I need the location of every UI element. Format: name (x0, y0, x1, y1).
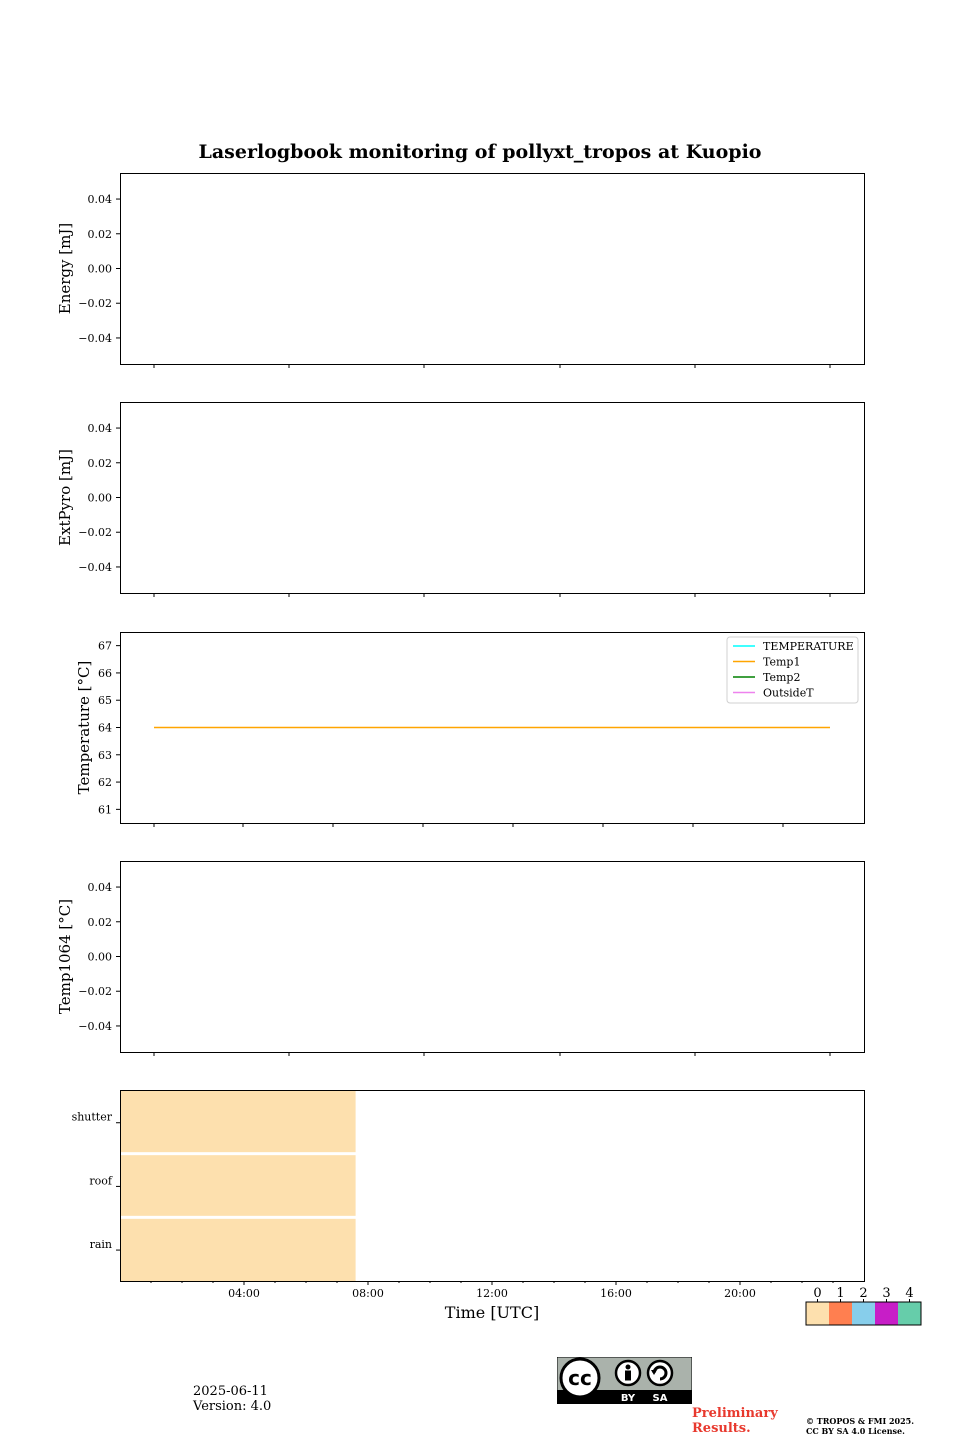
cc-by-sa-badge: cc BY SA (557, 1357, 692, 1404)
axes-frame (120, 173, 865, 365)
colorbar-swatch (898, 1302, 921, 1325)
preliminary-line-1: Preliminary (692, 1406, 778, 1421)
y-axis-label: Temp1064 [°C] (56, 899, 74, 1014)
colorbar-label: 3 (882, 1286, 890, 1301)
y-tick-label: 0.02 (88, 228, 113, 241)
y-tick-label: −0.02 (78, 297, 112, 310)
y-tick-label: 66 (98, 667, 112, 680)
colorbar-label: 2 (859, 1286, 867, 1301)
legend-label: Temp2 (763, 671, 800, 684)
x-tick-label: 04:00 (228, 1287, 260, 1300)
y-tick-label: 0.02 (88, 457, 113, 470)
colorbar-label: 1 (836, 1286, 844, 1301)
row-label-shutter: shutter (72, 1111, 113, 1124)
legend: TEMPERATURE Temp1 Temp2 OutsideT (726, 636, 859, 704)
x-tick-label: 08:00 (352, 1287, 384, 1300)
y-tick-label: −0.02 (78, 526, 112, 539)
y-tick-label: 0.04 (88, 193, 113, 206)
x-tick-label: 20:00 (724, 1287, 756, 1300)
y-axis-label: Energy [mJ] (56, 223, 74, 314)
y-tick-label: −0.02 (78, 985, 112, 998)
svg-text:cc: cc (568, 1366, 592, 1390)
colorbar-label: 0 (813, 1286, 821, 1301)
panel-5-heatmap: shutter roof rain 04:00 08:00 12:00 16:00 20:00… (72, 1090, 922, 1326)
sa-share-icon (646, 1359, 674, 1387)
y-tick-label: 0.04 (88, 881, 113, 894)
status-cell-roof (120, 1155, 356, 1216)
row-label-rain: rain (90, 1238, 112, 1251)
copyright-line-1: © TROPOS & FMI 2025. (806, 1416, 915, 1426)
colorbar-swatch (806, 1302, 829, 1325)
x-tick-label: 12:00 (476, 1287, 508, 1300)
y-tick-label: −0.04 (78, 1020, 112, 1033)
colorbar: 01234 (805, 1286, 922, 1326)
copyright-note: © TROPOS & FMI 2025. CC BY SA 4.0 Licens… (806, 1416, 914, 1436)
x-tick-label: 16:00 (600, 1287, 632, 1300)
y-tick-label: 0.00 (88, 492, 113, 505)
row-label-roof: roof (89, 1174, 113, 1187)
y-tick-label: 0.04 (88, 422, 113, 435)
y-axis-label: ExtPyro [mJ] (56, 449, 74, 546)
y-axis-label: Temperature [°C] (75, 661, 93, 795)
footer-version: Version: 4.0 (193, 1399, 272, 1414)
colorbar-swatch (829, 1302, 852, 1325)
panel-2: 0.04 0.02 0.00 −0.02 −0.04 ExtPyro [mJ] (56, 402, 865, 597)
x-axis-label: Time [UTC] (445, 1303, 539, 1322)
y-tick-label: −0.04 (78, 332, 112, 345)
status-cell-shutter (120, 1090, 356, 1153)
y-tick-label: 62 (98, 776, 112, 789)
y-tick-label: 0.02 (88, 916, 113, 929)
footer-info: 2025-06-11 Version: 4.0 (193, 1384, 271, 1414)
axes-frame (120, 402, 865, 594)
figure-canvas: 0.040.020.00−0.02−0.04Energy [mJ]0.040.0… (56, 173, 922, 1326)
y-tick-label: 67 (98, 640, 112, 653)
panel-1: 0.04 0.02 0.00 −0.02 −0.04 Energy [mJ] (56, 173, 865, 368)
y-tick-label: 63 (98, 749, 112, 762)
y-tick-label: 0.00 (88, 263, 113, 276)
panel-3: 67 66 65 64 63 62 61 Temperature [°C] TEMPERATUR… (75, 632, 865, 827)
y-tick-label: 65 (98, 694, 112, 707)
colorbar-swatch (875, 1302, 898, 1325)
axes-frame (120, 861, 865, 1053)
license-sa-text: SA (653, 1393, 668, 1404)
preliminary-line-2: Results. (692, 1421, 751, 1436)
legend-label: Temp1 (763, 656, 800, 669)
footer-date: 2025-06-11 (193, 1384, 268, 1399)
y-tick-label: 61 (98, 803, 112, 816)
license-by-text: BY (621, 1393, 636, 1404)
y-tick-label: −0.04 (78, 561, 112, 574)
colorbar-swatch (852, 1302, 875, 1325)
legend-label: TEMPERATURE (763, 640, 854, 653)
y-tick-label: 0.00 (88, 951, 113, 964)
colorbar-label: 4 (905, 1286, 913, 1301)
status-cell-rain (120, 1218, 356, 1281)
legend-label: OutsideT (763, 687, 814, 700)
y-tick-label: 64 (98, 722, 112, 735)
copyright-line-2: CC BY SA 4.0 License. (806, 1426, 905, 1436)
preliminary-note: Preliminary Results. (692, 1406, 778, 1436)
panel-4: 0.04 0.02 0.00 −0.02 −0.04 Temp1064 [°C] (56, 861, 865, 1056)
